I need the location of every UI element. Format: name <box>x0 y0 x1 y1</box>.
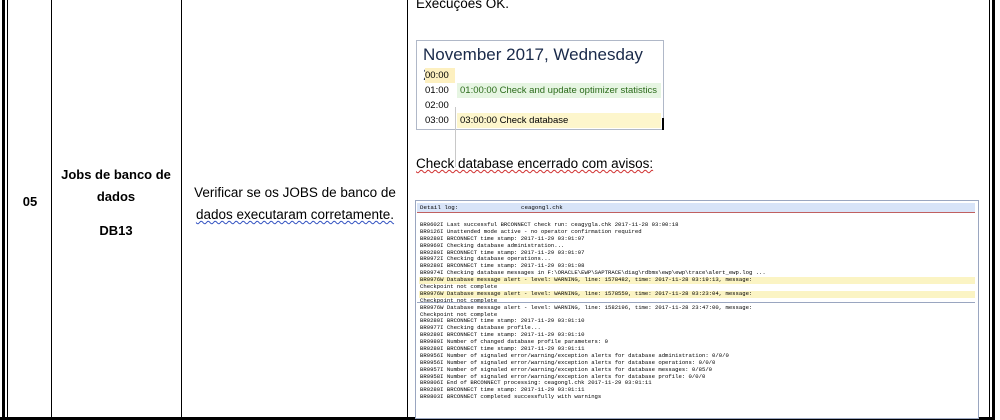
calendar-entry <box>457 68 661 83</box>
description-line1: Verificar se os JOBS de banco de <box>184 182 406 204</box>
log-line: BR0280I BRCONNECT time stamp: 2017-11-29… <box>420 249 585 256</box>
calendar-entry <box>457 98 661 113</box>
job-title-line2: dados <box>96 189 136 204</box>
log-line: BR0956I Number of signaled error/warning… <box>420 359 716 366</box>
log-line: BR0976W Database message alert - level: … <box>419 290 975 298</box>
column-divider-description <box>407 0 408 420</box>
job-title-line1: Jobs de banco de <box>61 167 171 182</box>
calendar-row: 03:00 03:00:00 Check database <box>423 113 661 128</box>
detail-log-header: Detail log: ceagongl.chk <box>417 203 975 213</box>
log-line: BR0956I Number of signaled error/warning… <box>420 352 729 359</box>
calendar-time: 00:00 <box>425 68 455 83</box>
log-line: Checkpoint not complete <box>420 311 498 318</box>
log-line: BR0974I Checking database messages in F:… <box>420 270 766 277</box>
calendar-entry: 03:00:00 Check database <box>457 113 661 128</box>
log-line: Checkpoint not complete <box>420 297 498 304</box>
log-line: BR0280I BRCONNECT time stamp: 2017-11-29… <box>420 387 585 394</box>
log-line: BR0976W Database message alert - level: … <box>419 277 975 285</box>
detail-log-label: Detail log: <box>420 204 459 211</box>
log-line: BR0972I Checking database operations... <box>420 256 551 263</box>
log-line: BR0280I BRCONNECT time stamp: 2017-11-29… <box>420 263 585 270</box>
table-border-right <box>992 0 995 420</box>
text-cursor <box>662 118 664 130</box>
log-line: BR0280I BRCONNECT time stamp: 2017-11-29… <box>420 332 585 339</box>
calendar-row: 00:00 <box>423 68 661 83</box>
log-line: BR0957I Number of signaled error/warning… <box>420 366 713 373</box>
log-line: BR0280I BRCONNECT time stamp: 2017-11-29… <box>420 346 585 353</box>
table-border-inner-left <box>7 0 8 420</box>
calendar-time: 01:00 <box>425 85 449 96</box>
detail-log-file: ceagongl.chk <box>521 204 563 211</box>
log-line: BR0280I BRCONNECT time stamp: 2017-11-29… <box>420 235 585 242</box>
check-warning-text: Check database encerrado com avisos: <box>416 156 654 171</box>
calendar-entry: 01:00:00 Check and update optimizer stat… <box>457 83 661 98</box>
executions-ok-text: Execuções OK. <box>416 0 510 11</box>
table-border-left <box>2 0 5 420</box>
row-number: 05 <box>22 194 38 209</box>
log-line: BR0280I BRCONNECT time stamp: 2017-11-29… <box>420 318 585 325</box>
log-line: BR0803I BRCONNECT completed successfully… <box>420 394 602 401</box>
document-page: 05 Jobs de banco de dados DB13 Verificar… <box>0 0 1000 420</box>
calendar-row: 02:00 <box>423 98 661 113</box>
db-code: DB13 <box>99 223 133 238</box>
log-line: BR0126I Unattended mode active - no oper… <box>420 228 642 235</box>
log-line: BR0958I Number of signaled error/warning… <box>420 373 706 380</box>
detail-log-lines: BR0602I Last successful BRCONNECT check … <box>419 222 975 401</box>
column-divider-number <box>51 0 52 420</box>
description-line2-text: dados executaram corretamente. <box>195 207 395 222</box>
description-cell: Verificar se os JOBS de banco de dados e… <box>184 182 406 226</box>
description-line1-text: Verificar se os JOBS de banco de <box>194 185 396 200</box>
description-line2: dados executaram corretamente. <box>184 204 406 226</box>
table-border-inner-right <box>989 0 990 420</box>
calendar-time: 02:00 <box>425 100 449 111</box>
schedule-calendar: November 2017, Wednesday 29 00:00 01:00 … <box>416 40 664 167</box>
log-line: BR0969I Checking database administration… <box>420 242 565 249</box>
log-line: BR0976W Database message alert - level: … <box>420 304 753 311</box>
log-line: BR0980I Number of changed database profi… <box>420 339 608 346</box>
calendar-row: 01:00 01:00:00 Check and update optimize… <box>423 83 661 98</box>
log-line: BR0806I End of BRCONNECT processing: cea… <box>420 380 652 387</box>
column-divider-job <box>181 0 182 420</box>
log-line: BR0602I Last successful BRCONNECT check … <box>420 222 679 228</box>
log-line: BR0977I Checking database profile... <box>420 325 541 332</box>
calendar-time: 03:00 <box>425 115 449 126</box>
log-line: Checkpoint not complete <box>420 284 498 291</box>
detail-log-panel: Detail log: ceagongl.chk BR0602I Last su… <box>415 200 979 419</box>
